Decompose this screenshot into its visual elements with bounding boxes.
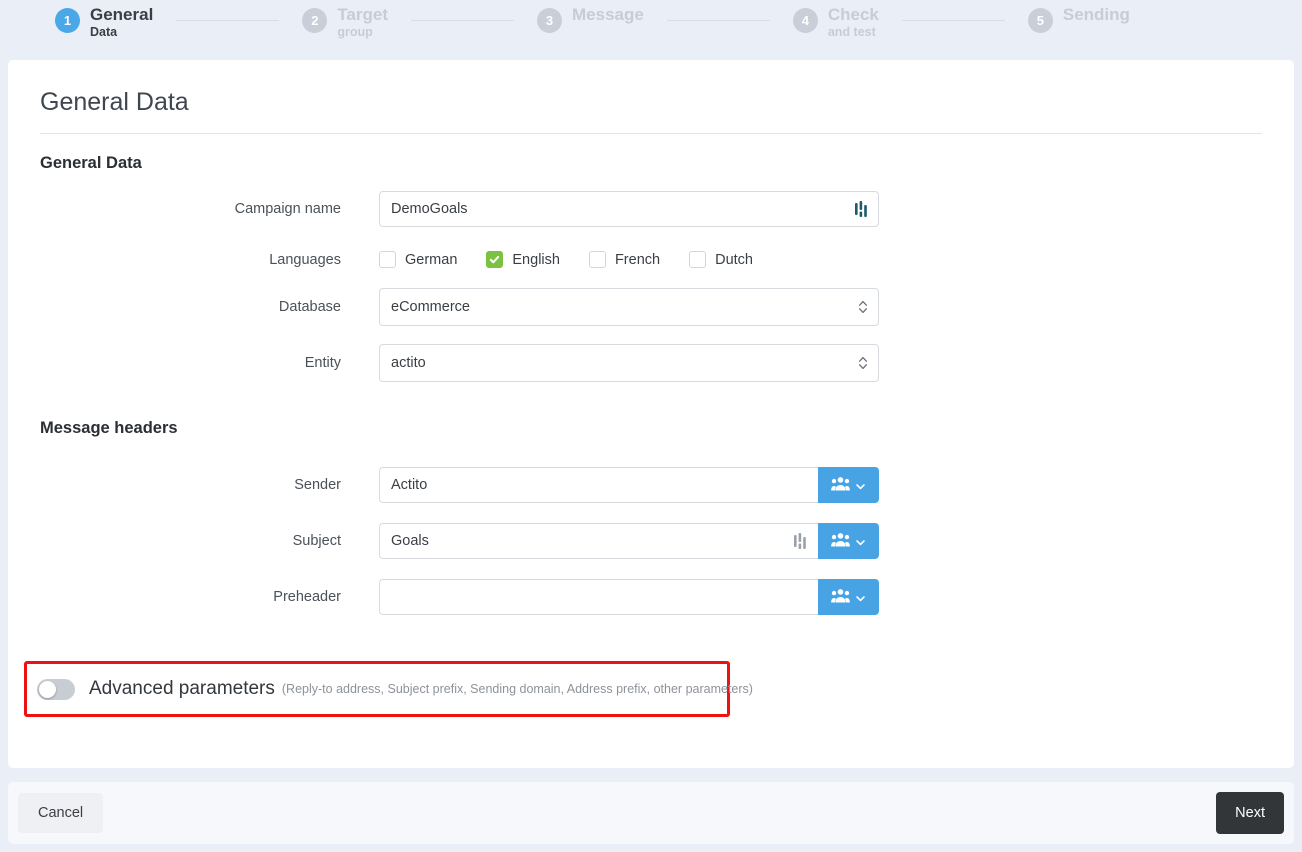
step-3-message[interactable]: 3 Message — [537, 6, 644, 33]
step-5-title: Sending — [1062, 5, 1130, 24]
toggle-knob — [39, 680, 56, 698]
entity-field-wrap: actito — [379, 344, 879, 382]
campaign-name-label: Campaign name — [234, 201, 341, 217]
entity-row: Entity actito — [40, 344, 1262, 382]
step-connector-3 — [666, 20, 770, 21]
preheader-row: Preheader — [40, 579, 1262, 615]
advanced-parameters-toggle[interactable] — [37, 678, 75, 700]
people-icon — [831, 588, 850, 606]
campaign-name-row: Campaign name — [40, 191, 1262, 227]
campaign-name-field-wrap — [379, 191, 879, 227]
database-label: Database — [278, 299, 341, 315]
database-row: Database eCommerce — [40, 288, 1262, 326]
step-1-title: General — [90, 5, 154, 24]
database-select[interactable]: eCommerce — [379, 288, 879, 326]
cancel-button[interactable]: Cancel — [18, 793, 104, 833]
languages-checkbox-group: German English French Dutch — [379, 251, 782, 268]
people-icon — [831, 476, 850, 494]
campaign-name-input[interactable] — [379, 191, 879, 227]
checkbox-dutch[interactable] — [689, 251, 707, 268]
wizard-stepper: 1 General Data 2 Target group 3 Message … — [0, 0, 1302, 60]
step-2-subtitle: group — [337, 24, 373, 39]
step-4-number: 4 — [792, 8, 818, 33]
step-connector-1 — [176, 20, 280, 21]
advanced-parameters-title[interactable]: Advanced parameters — [89, 678, 275, 700]
subject-personalization-button[interactable] — [818, 523, 879, 559]
language-label-dutch[interactable]: Dutch — [715, 252, 753, 268]
checkbox-english[interactable] — [486, 251, 504, 268]
preheader-label: Preheader — [273, 589, 341, 605]
step-5-sending[interactable]: 5 Sending — [1027, 5, 1130, 33]
languages-field-wrap: German English French Dutch — [379, 251, 879, 268]
entity-label: Entity — [304, 355, 341, 371]
language-option-french[interactable]: French — [588, 251, 660, 268]
database-field-wrap: eCommerce — [379, 288, 879, 326]
wizard-footer: Cancel Next — [8, 782, 1294, 844]
subject-field-wrap — [379, 523, 879, 559]
step-2-target-group[interactable]: 2 Target group — [302, 6, 388, 39]
language-label-english[interactable]: English — [512, 252, 560, 268]
step-1-general-data[interactable]: 1 General Data — [55, 6, 153, 39]
chevron-down-icon — [855, 536, 866, 547]
step-connector-2 — [411, 20, 515, 21]
step-2-title: Target — [337, 5, 389, 24]
languages-row: Languages German English French Dutch — [40, 251, 1262, 268]
step-2-number: 2 — [302, 8, 328, 33]
step-4-subtitle: and test — [827, 24, 876, 39]
language-label-german[interactable]: German — [405, 252, 457, 268]
select-arrows-icon — [858, 355, 868, 371]
advanced-parameters-highlight: Advanced parameters (Reply-to address, S… — [24, 661, 753, 717]
step-4-title: Check — [827, 5, 879, 24]
step-5-number: 5 — [1027, 8, 1053, 33]
preheader-input[interactable] — [379, 579, 818, 615]
language-option-german[interactable]: German — [379, 251, 457, 268]
chevron-down-icon — [855, 480, 866, 491]
select-arrows-icon — [858, 299, 868, 315]
sender-row: Sender — [40, 467, 1262, 503]
language-option-dutch[interactable]: Dutch — [689, 251, 753, 268]
sender-field-wrap — [379, 467, 879, 503]
entity-select[interactable]: actito — [379, 344, 879, 382]
next-button[interactable]: Next — [1216, 792, 1284, 834]
page-title: General Data — [40, 88, 1262, 134]
sender-input[interactable] — [379, 467, 818, 503]
step-3-number: 3 — [537, 8, 563, 33]
language-label-french[interactable]: French — [615, 252, 660, 268]
step-3-title: Message — [572, 5, 644, 24]
people-icon — [831, 532, 850, 550]
subject-row: Subject — [40, 523, 1262, 559]
advanced-parameters-subtitle: (Reply-to address, Subject prefix, Sendi… — [281, 682, 753, 696]
sender-label: Sender — [294, 477, 341, 493]
languages-label: Languages — [269, 251, 341, 268]
subject-input[interactable] — [379, 523, 818, 559]
database-selected-value: eCommerce — [391, 299, 470, 315]
checkbox-french[interactable] — [588, 251, 606, 268]
entity-selected-value: actito — [391, 355, 426, 371]
subject-label: Subject — [292, 533, 341, 549]
sender-personalization-button[interactable] — [818, 467, 879, 503]
step-1-number: 1 — [55, 8, 80, 33]
step-connector-4 — [901, 20, 1005, 21]
message-headers-section-heading: Message headers — [40, 419, 178, 437]
checkbox-german[interactable] — [379, 251, 396, 268]
general-data-section-heading: General Data — [40, 154, 142, 172]
chevron-down-icon — [855, 592, 866, 603]
language-option-english[interactable]: English — [486, 251, 560, 268]
step-4-check-and-test[interactable]: 4 Check and test — [792, 5, 879, 39]
preheader-personalization-button[interactable] — [818, 579, 879, 615]
preheader-field-wrap — [379, 579, 879, 615]
step-1-subtitle: Data — [90, 24, 118, 39]
